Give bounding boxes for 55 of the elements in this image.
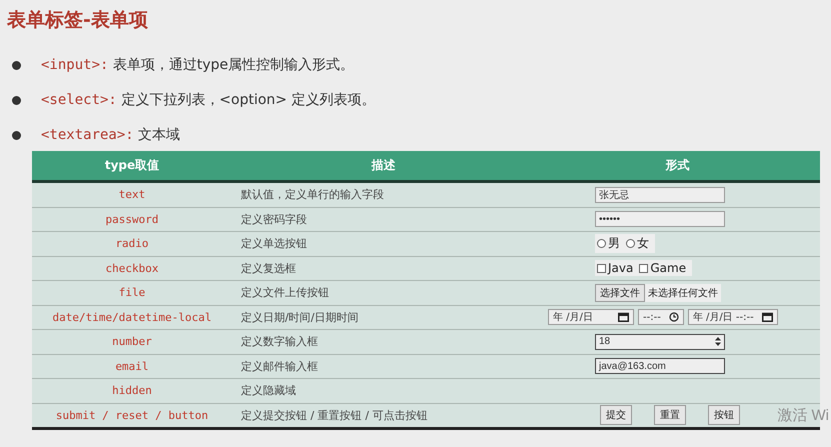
table-cell: hidden [32,378,232,403]
checkbox-label: Java [608,261,634,276]
table-cell: submit / reset / button [32,403,232,428]
table-cell: file [32,280,232,305]
checkbox[interactable] [639,264,648,273]
time-field[interactable]: --:-- [638,309,684,326]
table-cell: 定义文件上传按钮 [232,280,535,305]
calendar-icon [618,312,629,322]
input-field[interactable]: •••••• [595,211,725,228]
radio-label: 男 [608,235,620,252]
checkbox-label: Game [650,261,686,276]
form-button[interactable]: 按钮 [708,405,740,426]
table-cell: text [32,182,232,207]
bullet-text: <input>: 表单项，通过type属性控制输入形式。 [41,56,354,74]
table-cell: 默认值，定义单行的输入字段 [232,182,535,207]
table-cell: 定义单选按钮 [232,232,535,256]
calendar-icon [762,312,773,322]
slide-title: 表单标签-表单项 [6,8,149,33]
bullet-icon [12,96,21,104]
choose-file-button[interactable]: 选择文件 [595,284,645,302]
table-cell: password [32,207,232,232]
table-cell: radio [32,232,232,256]
table-cell: 定义复选框 [232,256,535,280]
activation-notice: 激活 Wi [777,407,829,425]
bullet-text: <select>: 定义下拉列表，<option> 定义列表项。 [41,91,376,109]
input-field[interactable]: 张无忌 [595,186,725,203]
bullet-icon [12,130,21,140]
radio-label: 女 [637,235,649,252]
table-cell: checkbox [32,256,232,280]
radio-button[interactable] [597,239,606,248]
table-cell: 定义数字输入框 [232,330,535,354]
column-header: 描述 [232,151,535,182]
table-cell: 定义日期/时间/日期时间 [232,305,535,330]
clock-icon [668,312,679,322]
form-button[interactable]: 提交 [600,405,632,426]
table-cell: date/time/datetime-local [32,305,232,330]
checkbox[interactable] [597,264,606,273]
table-cell: email [32,354,232,378]
input-field[interactable]: java@163.com [595,358,725,374]
spinner-icon [715,337,721,346]
number-field[interactable]: 18 [595,334,725,350]
date-field[interactable]: 年 /月/日 --:-- [688,309,778,326]
date-field[interactable]: 年 /月/日 [548,309,634,326]
table-cell: 定义密码字段 [232,207,535,232]
table-cell: 定义邮件输入框 [232,354,535,378]
form-button[interactable]: 重置 [654,405,686,426]
table-cell: number [32,330,232,354]
bullet-text: <textarea>: 文本域 [41,126,180,144]
table-cell: 定义提交按钮 / 重置按钮 / 可点击按钮 [232,403,535,428]
file-status: 未选择任何文件 [645,284,721,302]
table-cell: 定义隐藏域 [232,378,535,403]
bullet-icon [12,60,21,70]
radio-button[interactable] [626,239,635,248]
column-header: 形式 [535,151,820,182]
column-header: type取值 [32,151,232,182]
